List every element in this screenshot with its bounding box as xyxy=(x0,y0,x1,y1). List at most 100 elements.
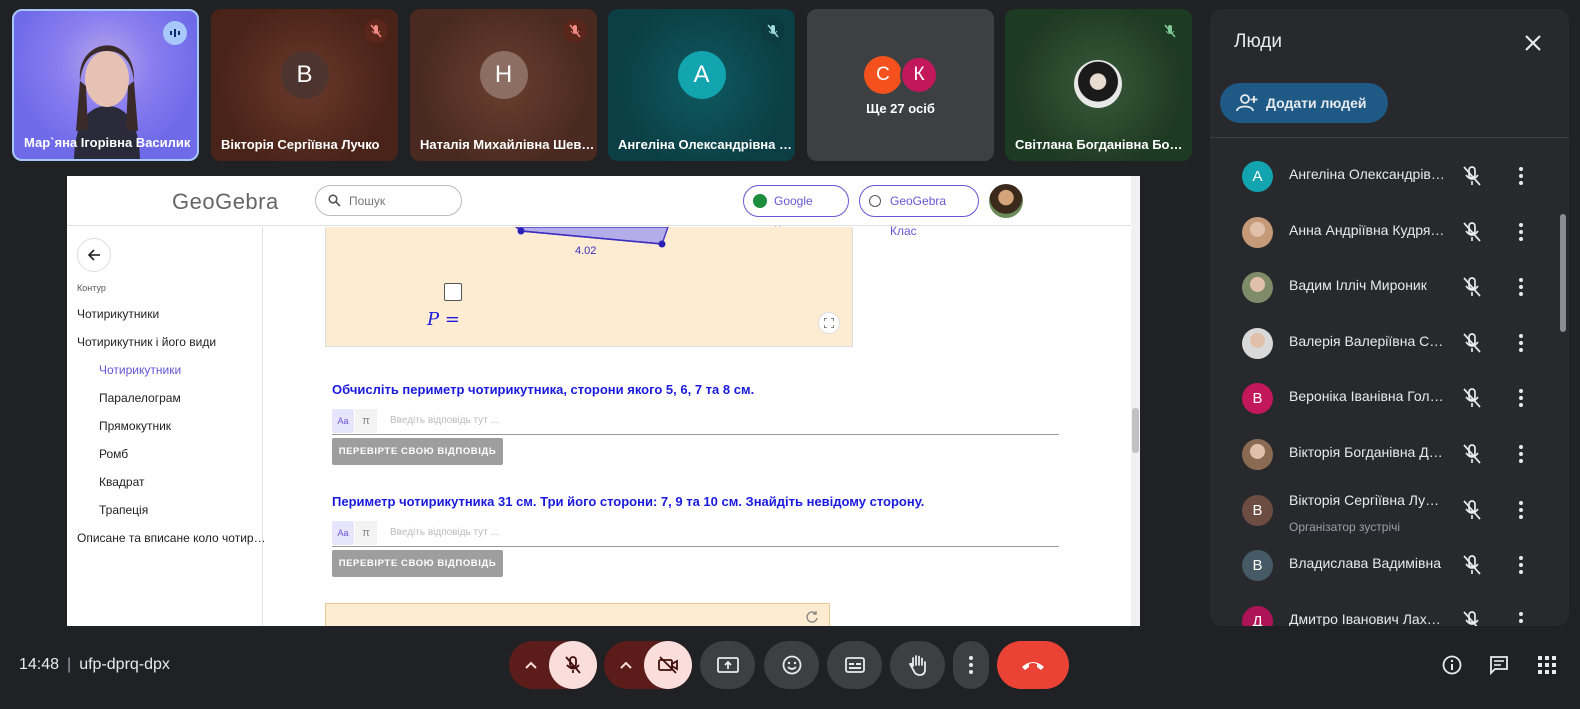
meeting-details-button[interactable] xyxy=(1438,641,1466,689)
answer-2-field[interactable]: Aa π Введіть відповідь тут ... xyxy=(332,521,1059,547)
fullscreen-button[interactable] xyxy=(818,312,840,334)
more-vert-icon[interactable] xyxy=(1509,164,1533,188)
more-vert-icon[interactable] xyxy=(1509,386,1533,410)
nav-item[interactable]: Описане та вписане коло чотир… xyxy=(77,531,266,545)
nav-item[interactable]: Чотирикутник і його види xyxy=(77,335,216,349)
participant-row[interactable]: Анна Андріївна Кудрявцева xyxy=(1210,204,1555,260)
nav-item[interactable]: Чотирикутники xyxy=(77,307,159,321)
participant-tile[interactable]: А Ангеліна Олександрівна … xyxy=(608,9,795,161)
mic-off-icon[interactable] xyxy=(1460,609,1484,626)
nav-item[interactable]: Паралелограм xyxy=(99,391,181,405)
participant-row[interactable]: В Вероніка Іванівна Голей xyxy=(1210,370,1555,426)
microphone-toggle-button[interactable] xyxy=(549,641,597,689)
nav-item-active[interactable]: Чотирикутники xyxy=(99,363,181,377)
geogebra-sidebar: Контур Чотирикутники Чотирикутник і його… xyxy=(67,227,266,626)
participant-name: Анна Андріївна Кудрявцева xyxy=(1289,221,1445,238)
text-keyboard-toggle[interactable]: Aa xyxy=(332,409,354,433)
add-people-button[interactable]: Додати людей xyxy=(1220,83,1388,123)
more-vert-icon[interactable] xyxy=(1509,275,1533,299)
participant-tile[interactable]: В Вікторія Сергіївна Лучко xyxy=(211,9,398,161)
check-answer-2-button[interactable]: ПЕРЕВІРТЕ СВОЮ ВІДПОВІДЬ xyxy=(332,550,503,577)
reactions-button[interactable] xyxy=(764,641,819,689)
raise-hand-button[interactable] xyxy=(890,641,945,689)
geogebra-class-button[interactable]: GeoGebra Клас xyxy=(859,185,979,238)
more-vert-icon[interactable] xyxy=(1509,553,1533,577)
search-input[interactable]: Пошук xyxy=(315,185,462,216)
question-2-text: Периметр чотирикутника 31 см. Три його с… xyxy=(332,494,925,509)
page-scrollbar[interactable] xyxy=(1131,176,1140,626)
more-participants-tile[interactable]: С К Ще 27 осіб xyxy=(807,9,994,161)
perimeter-formula: P = xyxy=(427,309,460,330)
more-vert-icon[interactable] xyxy=(1509,609,1533,626)
participant-name: Дмитро Іванович Лахман xyxy=(1289,610,1445,626)
participant-row[interactable]: Д Дмитро Іванович Лахман xyxy=(1210,593,1555,626)
speaking-indicator-icon xyxy=(163,21,187,45)
nav-item[interactable]: Квадрат xyxy=(99,475,145,489)
separator: | xyxy=(67,656,72,673)
math-keyboard-toggle[interactable]: π xyxy=(355,521,377,545)
show-checkbox[interactable] xyxy=(444,283,462,301)
participant-name: Вікторія Сергіївна Лучко xyxy=(221,137,380,152)
google-classroom-icon xyxy=(753,194,767,208)
chat-icon xyxy=(1490,656,1508,675)
back-button[interactable] xyxy=(77,238,111,272)
avatar: А xyxy=(1242,161,1273,192)
mic-off-icon[interactable] xyxy=(1460,220,1484,244)
geogebra-applet-2[interactable] xyxy=(325,603,830,626)
mic-off-icon[interactable] xyxy=(1460,331,1484,355)
participant-row[interactable]: Вадим Ілліч Мироник xyxy=(1210,259,1555,315)
math-keyboard-toggle[interactable]: π xyxy=(355,409,377,433)
scrollbar-thumb[interactable] xyxy=(1132,408,1139,453)
text-keyboard-toggle[interactable]: Aa xyxy=(332,521,354,545)
participant-name: Вікторія Богданівна Дронь xyxy=(1289,444,1445,460)
mic-off-icon[interactable] xyxy=(1460,553,1484,577)
activities-button[interactable] xyxy=(1533,641,1561,689)
participant-row[interactable]: В Вікторія Сергіївна Лучко Організатор зус… xyxy=(1210,482,1555,538)
user-avatar[interactable] xyxy=(989,184,1023,218)
answer-placeholder: Введіть відповідь тут ... xyxy=(390,415,499,426)
participant-row[interactable]: В Владислава Вадимівна xyxy=(1210,537,1555,593)
google-class-button[interactable]: Google Клас xyxy=(743,185,849,238)
camera-toggle-button[interactable] xyxy=(644,641,692,689)
geogebra-logo[interactable]: GeoGebra xyxy=(172,189,279,215)
participant-tile-speaker[interactable]: Мар`яна Ігорівна Василик xyxy=(12,9,199,161)
more-vert-icon[interactable] xyxy=(1509,442,1533,466)
captions-button[interactable] xyxy=(827,641,882,689)
participant-row[interactable]: А Ангеліна Олександрівна xyxy=(1210,148,1555,204)
check-answer-1-button[interactable]: ПЕРЕВІРТЕ СВОЮ ВІДПОВІДЬ xyxy=(332,438,503,465)
geogebra-header: GeoGebra Пошук Google Клас GeoGebra Клас xyxy=(67,176,1140,238)
participant-name: Вадим Ілліч Мироник xyxy=(1289,277,1427,294)
avatar xyxy=(1242,439,1273,470)
participant-row[interactable]: Валерія Валеріївна Сімко xyxy=(1210,315,1555,371)
more-vert-icon[interactable] xyxy=(1509,331,1533,355)
mic-off-icon[interactable] xyxy=(1460,442,1484,466)
more-vert-icon[interactable] xyxy=(1509,220,1533,244)
chat-button[interactable] xyxy=(1485,641,1513,689)
participant-tile[interactable]: Світлана Богданівна Бо… xyxy=(1005,9,1192,161)
reset-icon xyxy=(806,611,818,623)
mic-off-icon[interactable] xyxy=(1460,386,1484,410)
participant-tile[interactable]: Н Наталія Михайлівна Шев… xyxy=(410,9,597,161)
present-screen-button[interactable] xyxy=(700,641,755,689)
video-options-button[interactable] xyxy=(608,641,644,689)
more-vert-icon xyxy=(969,656,973,674)
more-options-button[interactable] xyxy=(953,641,989,689)
mic-off-icon[interactable] xyxy=(1460,164,1484,188)
panel-scrollbar[interactable] xyxy=(1560,214,1566,332)
info-icon xyxy=(1442,655,1462,675)
nav-item[interactable]: Ромб xyxy=(99,447,128,461)
more-vert-icon[interactable] xyxy=(1509,498,1533,522)
nav-item[interactable]: Трапеція xyxy=(99,503,148,517)
geogebra-applet[interactable]: 4.02 P = xyxy=(325,227,853,347)
mic-off-icon[interactable] xyxy=(1460,498,1484,522)
answer-1-field[interactable]: Aa π Введіть відповідь тут ... xyxy=(332,409,1059,435)
audio-options-button[interactable] xyxy=(513,641,549,689)
nav-item[interactable]: Прямокутник xyxy=(99,419,171,433)
mic-off-icon[interactable] xyxy=(1460,275,1484,299)
avatar: В xyxy=(1242,383,1273,415)
participant-row[interactable]: Вікторія Богданівна Дронь xyxy=(1210,426,1555,482)
leave-call-button[interactable] xyxy=(997,641,1069,689)
close-icon[interactable] xyxy=(1521,31,1545,55)
participant-name: Валерія Валеріївна Сімко xyxy=(1289,332,1445,349)
avatar: К xyxy=(900,56,938,94)
